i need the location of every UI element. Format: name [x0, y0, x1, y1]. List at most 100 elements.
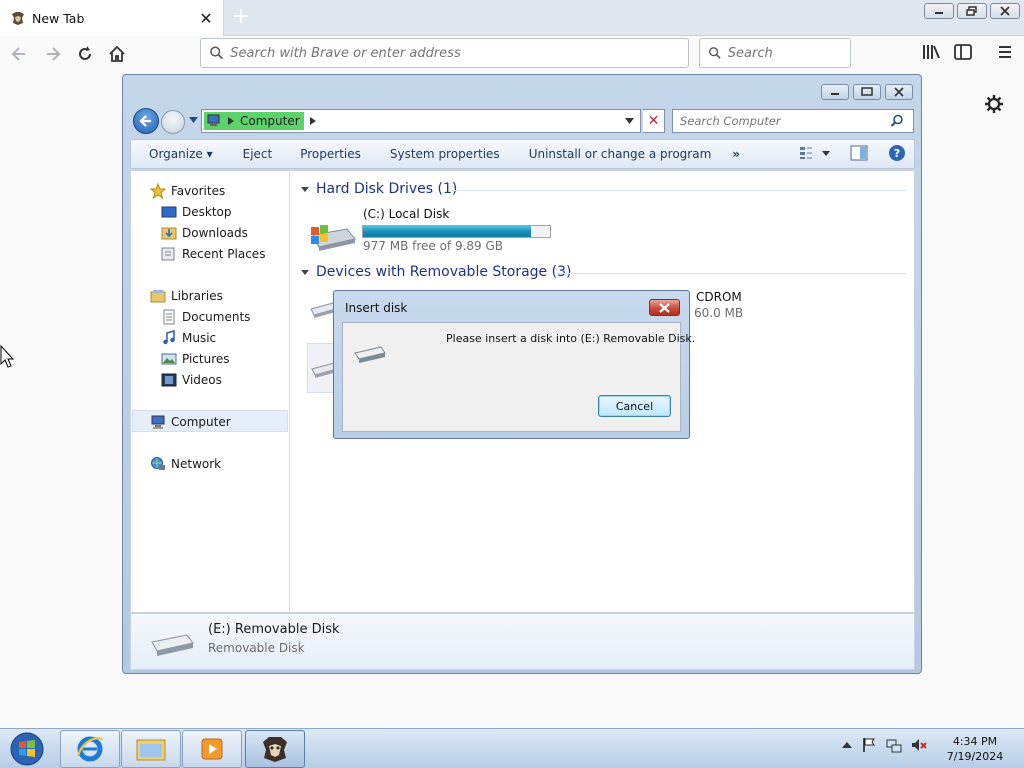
details-pane: (E:) Removable Disk Removable Disk — [130, 613, 915, 670]
help-icon[interactable]: ? — [888, 144, 906, 162]
reload-button[interactable] — [72, 41, 98, 67]
close-icon — [894, 87, 904, 97]
explorer-maximize-button[interactable] — [853, 84, 881, 100]
url-input[interactable] — [230, 45, 688, 61]
view-options-icon — [800, 147, 812, 159]
start-button[interactable] — [5, 731, 49, 767]
collapse-triangle-icon — [301, 269, 309, 275]
dialog-close-button[interactable] — [649, 299, 680, 316]
close-window-button[interactable] — [990, 3, 1020, 19]
network-icon — [151, 457, 165, 470]
explorer-search-box[interactable] — [672, 109, 914, 133]
taskbar-brave-browser[interactable] — [245, 730, 305, 768]
search-icon — [210, 46, 223, 60]
removable-drive-icon — [354, 346, 386, 363]
reload-icon — [79, 46, 91, 60]
explorer-close-button[interactable] — [885, 84, 913, 100]
computer-icon — [207, 114, 220, 126]
nav-item-libraries[interactable]: Libraries — [150, 288, 223, 304]
star-icon — [150, 183, 166, 199]
taskbar: 4:34 PM 7/19/2024 — [0, 728, 1024, 768]
chevron-down-icon[interactable] — [189, 117, 198, 123]
url-bar[interactable] — [200, 38, 689, 68]
nav-item-music[interactable]: Music — [161, 330, 216, 346]
organize-button[interactable]: Organize ▾ — [131, 147, 213, 161]
internet-explorer-icon — [76, 736, 104, 762]
command-bar: Organize ▾ Eject Properties System prope… — [130, 139, 915, 169]
cancel-button[interactable]: Cancel — [598, 395, 671, 417]
change-view-button[interactable] — [798, 145, 830, 161]
stop-icon[interactable]: ✕ — [643, 109, 665, 133]
library-icon[interactable] — [920, 41, 942, 63]
nav-item-pictures[interactable]: Pictures — [161, 351, 230, 367]
clock[interactable]: 4:34 PM 7/19/2024 — [940, 734, 1010, 764]
preview-pane-icon[interactable] — [850, 145, 868, 161]
forward-button[interactable] — [40, 41, 66, 67]
minimize-icon — [935, 12, 943, 14]
action-center-flag-icon[interactable] — [861, 737, 877, 753]
uninstall-program-button[interactable]: Uninstall or change a program — [500, 147, 712, 161]
address-row: Computer ✕ — [131, 107, 915, 135]
group-divider — [557, 273, 906, 274]
close-tab-icon[interactable]: ✕ — [195, 7, 217, 29]
group-hard-disk-drives[interactable]: Hard Disk Drives (1) — [301, 181, 457, 197]
back-button[interactable] — [6, 41, 32, 67]
restore-icon — [966, 6, 977, 16]
sidebar-icon[interactable] — [952, 41, 974, 63]
dialog-title: Insert disk — [345, 301, 408, 315]
nav-item-downloads[interactable]: Downloads — [161, 225, 248, 241]
breadcrumb-computer[interactable]: Computer — [240, 114, 300, 128]
explorer-search-input[interactable] — [680, 114, 890, 128]
nav-item-documents[interactable]: Documents — [161, 309, 250, 325]
clock-date: 7/19/2024 — [946, 750, 1004, 763]
menu-icon[interactable] — [994, 41, 1016, 63]
drive-c-name[interactable]: (C:) Local Disk — [363, 207, 449, 221]
nav-item-favorites[interactable]: Favorites — [150, 183, 225, 199]
videos-icon — [161, 373, 177, 387]
nav-item-videos[interactable]: Videos — [161, 372, 222, 388]
cdrom-name[interactable]: CDROM — [696, 290, 742, 304]
folder-icon — [136, 739, 166, 761]
minimize-button[interactable] — [924, 3, 954, 19]
chevron-down-icon[interactable] — [625, 118, 634, 124]
restore-button[interactable] — [957, 3, 987, 19]
gear-icon[interactable] — [984, 94, 1004, 114]
explorer-back-button[interactable] — [133, 108, 159, 134]
windows-start-icon — [10, 732, 44, 766]
close-icon — [1000, 6, 1010, 16]
explorer-forward-button[interactable] — [161, 110, 185, 134]
tab-title: New Tab — [32, 10, 85, 26]
brave-lion-icon — [263, 737, 287, 762]
volume-muted-icon[interactable] — [911, 737, 927, 753]
eject-button[interactable]: Eject — [213, 147, 273, 161]
chevron-down-icon — [822, 150, 830, 156]
taskbar-media-player[interactable] — [182, 730, 242, 768]
explorer-minimize-button[interactable] — [821, 84, 849, 100]
nav-item-recent-places[interactable]: Recent Places — [161, 246, 265, 262]
nav-item-network[interactable]: Network — [150, 456, 221, 472]
properties-button[interactable]: Properties — [272, 147, 361, 161]
new-tab-icon[interactable]: + — [230, 6, 252, 29]
chevron-right-icon[interactable] — [309, 117, 316, 125]
network-status-icon[interactable] — [886, 737, 902, 753]
search-input[interactable] — [727, 45, 850, 61]
more-commands-button[interactable]: » — [711, 147, 740, 161]
navigation-pane: Favorites Desktop Downloads Recent Place… — [131, 171, 290, 612]
taskbar-internet-explorer[interactable] — [60, 730, 120, 768]
home-button[interactable] — [104, 41, 130, 67]
window-controls — [924, 3, 1020, 19]
system-properties-button[interactable]: System properties — [361, 147, 500, 161]
search-bar[interactable] — [699, 38, 851, 68]
taskbar-windows-explorer[interactable] — [121, 730, 181, 768]
media-player-icon — [201, 738, 223, 760]
address-bar[interactable]: Computer — [201, 109, 641, 133]
nav-item-computer[interactable]: Computer — [150, 414, 231, 430]
insert-disk-dialog: Insert disk Please insert a disk into (E… — [333, 290, 695, 439]
explorer-window-controls — [821, 84, 913, 100]
group-removable-storage[interactable]: Devices with Removable Storage (3) — [301, 264, 571, 280]
cdrom-size: 60.0 MB — [694, 306, 744, 320]
show-hidden-icons-icon[interactable] — [842, 741, 852, 749]
nav-item-desktop[interactable]: Desktop — [161, 204, 232, 220]
local-disk-drive-icon[interactable] — [309, 221, 357, 253]
browser-tab[interactable]: New Tab ✕ — [0, 0, 224, 36]
